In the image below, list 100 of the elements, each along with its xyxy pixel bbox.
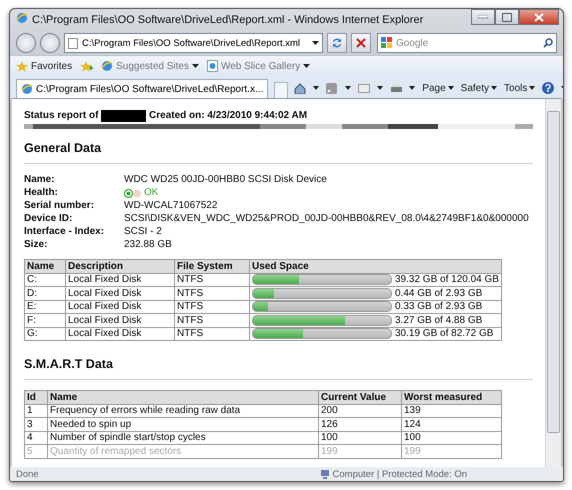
menu-button[interactable]: Tools bbox=[504, 82, 536, 94]
usage-text: 0.33 GB of 2.93 GB bbox=[395, 301, 482, 312]
scrollbar[interactable] bbox=[545, 99, 561, 467]
usage-text: 30.19 GB of 82.72 GB bbox=[395, 328, 494, 340]
column-header: Used Space bbox=[250, 260, 502, 273]
table-cell: 199 bbox=[318, 444, 402, 458]
favorites-link[interactable]: Suggested Sites bbox=[101, 60, 199, 72]
field-value: WDC WD25 00JD-00HBB0 SCSI Disk Device bbox=[124, 174, 327, 186]
maximize-button[interactable] bbox=[495, 9, 519, 25]
table-cell: 100 bbox=[402, 431, 502, 444]
health-value: OK bbox=[144, 187, 158, 199]
page-icon bbox=[206, 60, 218, 72]
home-icon[interactable] bbox=[294, 82, 306, 94]
table-cell: 199 bbox=[402, 444, 502, 458]
field-value: WD-WCAL71067522 bbox=[124, 200, 218, 212]
browser-tab[interactable]: C:\Program Files\OO Software\DriveLed\Report.x... bbox=[16, 79, 268, 98]
printer-icon[interactable] bbox=[390, 82, 402, 94]
table-cell: 126 bbox=[318, 418, 402, 431]
security-zone-text: Computer | Protected Mode: On bbox=[332, 468, 467, 480]
table-cell: Local Fixed Disk bbox=[66, 300, 174, 314]
maximize-icon bbox=[502, 12, 512, 22]
search-icon[interactable] bbox=[543, 38, 553, 48]
back-button[interactable] bbox=[16, 33, 36, 53]
column-header: Name bbox=[48, 390, 318, 404]
status-text: Done bbox=[16, 468, 39, 480]
table-cell: NTFS bbox=[174, 314, 250, 327]
favorites-link[interactable]: Web Slice Gallery bbox=[206, 60, 310, 72]
report-label: Status report of bbox=[24, 110, 100, 121]
usage-text: 39.32 GB of 120.04 GB bbox=[395, 274, 499, 286]
column-header: Id bbox=[24, 390, 48, 404]
table-cell: NTFS bbox=[174, 300, 250, 314]
window-title: C:\Program Files\OO Software\DriveLed\Report.xml - Windows Internet Explorer bbox=[32, 14, 424, 26]
google-logo-icon bbox=[381, 37, 392, 48]
refresh-button[interactable] bbox=[327, 33, 347, 53]
table-cell: F: bbox=[24, 314, 66, 327]
table-cell: 139 bbox=[402, 404, 502, 418]
table-cell: 3 bbox=[24, 418, 48, 431]
table-cell: NTFS bbox=[174, 273, 250, 286]
section-heading: S.M.A.R.T Data bbox=[24, 357, 533, 380]
column-header: Description bbox=[66, 260, 174, 273]
refresh-icon bbox=[331, 37, 343, 49]
field-label: Interface - Index: bbox=[24, 226, 106, 238]
favorites-button[interactable]: Favorites bbox=[16, 60, 72, 72]
report-created: Created on: 4/23/2010 9:44:02 AM bbox=[148, 110, 308, 121]
table-cell: Local Fixed Disk bbox=[66, 327, 174, 340]
menu-button[interactable]: Safety bbox=[460, 82, 498, 94]
field-label: Size: bbox=[24, 239, 48, 251]
table-cell: Local Fixed Disk bbox=[66, 273, 174, 286]
page-icon bbox=[68, 38, 78, 48]
table-cell: 100 bbox=[318, 431, 402, 444]
column-header: Name bbox=[24, 260, 66, 273]
usage-text: 3.27 GB of 4.88 GB bbox=[395, 314, 482, 326]
section-heading: General Data bbox=[24, 141, 533, 164]
table-cell: D: bbox=[24, 286, 66, 300]
field-label: Name: bbox=[24, 174, 56, 186]
usage-text: 0.44 GB of 2.93 GB bbox=[395, 288, 482, 299]
field-label: Health: bbox=[24, 187, 59, 199]
address-field[interactable]: C:\Program Files\OO Software\DriveLed\Report.xml bbox=[64, 33, 323, 53]
minimize-button[interactable] bbox=[471, 9, 495, 25]
table-cell: 124 bbox=[402, 418, 502, 431]
feed-icon[interactable] bbox=[326, 82, 338, 94]
browser-icon bbox=[16, 12, 28, 24]
redaction-bar bbox=[101, 110, 146, 122]
table-cell: 1 bbox=[24, 404, 48, 418]
browser-icon bbox=[101, 60, 114, 72]
stop-icon bbox=[356, 38, 366, 48]
minimize-icon bbox=[478, 15, 488, 19]
field-value: SCSI - 2 bbox=[124, 226, 162, 238]
table-cell: G: bbox=[24, 327, 66, 340]
computer-icon bbox=[320, 470, 330, 478]
stop-button[interactable] bbox=[351, 33, 371, 53]
add-favorite-icon[interactable] bbox=[80, 60, 94, 72]
table-cell: Quantity of remapped sectors bbox=[48, 444, 318, 458]
menu-button[interactable]: Page bbox=[422, 82, 454, 94]
column-header: Current Value bbox=[318, 390, 402, 404]
search-field[interactable]: Google bbox=[377, 33, 557, 53]
field-label: Serial number: bbox=[24, 200, 96, 212]
table-cell: Needed to spin up bbox=[48, 418, 318, 431]
column-header: Worst measured bbox=[402, 390, 502, 404]
table-cell: Local Fixed Disk bbox=[66, 286, 174, 300]
table-cell: NTFS bbox=[174, 286, 250, 300]
field-label: Device ID: bbox=[24, 213, 74, 225]
table-cell: E: bbox=[24, 300, 66, 314]
table-cell: Frequency of errors while reading raw data bbox=[48, 404, 318, 418]
field-value: 232.88 GB bbox=[124, 239, 172, 251]
table-cell: NTFS bbox=[174, 327, 250, 340]
forward-button[interactable] bbox=[40, 33, 60, 53]
table-cell: Local Fixed Disk bbox=[66, 314, 174, 327]
star-icon bbox=[16, 60, 28, 72]
close-icon bbox=[534, 12, 544, 22]
health-status-icon bbox=[124, 188, 142, 198]
close-button[interactable] bbox=[519, 9, 559, 25]
table-cell: 5 bbox=[24, 444, 48, 458]
column-header: File System bbox=[174, 260, 250, 273]
field-value: SCSI\DISK&VEN_WDC_WD25&PROD_00JD-00HBB0&REV_08.0\4&2749BF1&0&000000 bbox=[124, 213, 529, 225]
browser-icon bbox=[21, 83, 33, 95]
help-icon[interactable] bbox=[542, 82, 554, 94]
table-cell: 4 bbox=[24, 431, 48, 444]
table-cell: C: bbox=[24, 273, 66, 286]
table-cell: 200 bbox=[318, 404, 402, 418]
